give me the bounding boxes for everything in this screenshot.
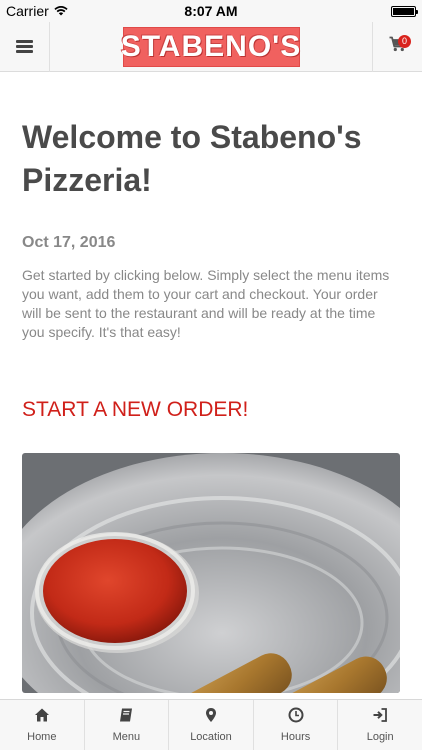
intro-text: Get started by clicking below. Simply se… — [22, 267, 390, 340]
hamburger-icon — [16, 40, 33, 53]
clock-icon — [288, 707, 304, 728]
tab-menu[interactable]: Menu — [85, 700, 170, 750]
post-date: Oct 17, 2016 — [22, 234, 116, 251]
restaurant-logo[interactable]: STABENO'S — [121, 26, 300, 67]
tab-hours-label: Hours — [280, 731, 311, 743]
page-title: Welcome to Stabeno's Pizzeria! — [22, 119, 362, 198]
login-icon — [372, 707, 388, 728]
status-left: Carrier — [6, 3, 68, 19]
home-icon — [34, 707, 50, 728]
cart-count-badge: 0 — [398, 34, 411, 48]
tab-location[interactable]: Location — [169, 700, 254, 750]
bottom-tab-bar: Home Menu Location Hours Login — [0, 699, 422, 750]
carrier-label: Carrier — [6, 3, 49, 19]
status-bar: Carrier 8:07 AM — [0, 0, 422, 22]
map-marker-icon — [203, 707, 219, 728]
tab-home[interactable]: Home — [0, 700, 85, 750]
tab-location-label: Location — [190, 731, 232, 743]
start-order-link[interactable]: START A NEW ORDER! — [22, 398, 400, 422]
food-photo — [22, 453, 400, 693]
book-icon — [118, 707, 134, 728]
tab-home-label: Home — [27, 731, 57, 743]
logo-container: STABENO'S — [50, 26, 372, 67]
cart-button[interactable]: 0 — [372, 21, 422, 72]
tab-login[interactable]: Login — [338, 700, 422, 750]
menu-button[interactable] — [0, 21, 50, 72]
tab-hours[interactable]: Hours — [254, 700, 339, 750]
main-content: Welcome to Stabeno's Pizzeria! Oct 17, 2… — [0, 73, 422, 699]
tab-login-label: Login — [366, 731, 394, 743]
battery-icon — [391, 5, 418, 17]
app-header: STABENO'S 0 — [0, 21, 422, 72]
wifi-icon — [54, 3, 68, 19]
tab-menu-label: Menu — [112, 731, 141, 743]
